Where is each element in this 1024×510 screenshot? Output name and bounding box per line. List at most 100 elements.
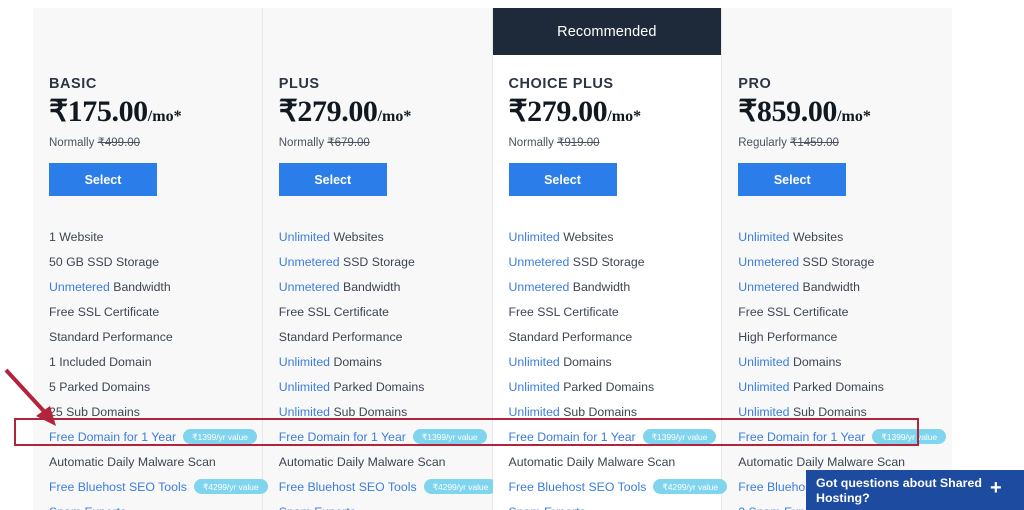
plus-icon[interactable]: + [990,478,1002,498]
feature-highlight-link[interactable]: Free Bluehost SEO Tools [509,480,647,494]
feature-highlight-link[interactable]: Unlimited [509,380,560,394]
feature-highlight-link[interactable]: Unmetered [738,255,799,269]
select-button[interactable]: Select [49,163,157,196]
feature-item: Unlimited Parked Domains [738,374,952,399]
pricing-plans-card: BASIC₹175.00/mo*Normally ₹499.00Select1 … [33,8,952,510]
feature-list: Unlimited WebsitesUnmetered SSD StorageU… [493,224,722,510]
feature-text: SSD Storage [343,255,415,269]
price-period: /mo* [837,108,871,125]
select-button[interactable]: Select [738,163,846,196]
feature-item: Free SSL Certificate [279,299,492,324]
feature-highlight-link[interactable]: Free Domain for 1 Year [279,430,406,444]
ribbon-spacer [722,8,952,55]
feature-item: Standard Performance [509,324,722,349]
original-price-value: ₹1459.00 [790,137,839,149]
plan-column-plus: PLUS₹279.00/mo*Normally ₹679.00SelectUnl… [263,8,493,510]
feature-text: Free SSL Certificate [279,305,389,319]
feature-highlight-link[interactable]: Unmetered [509,255,570,269]
original-price-note: Normally ₹679.00 [279,136,492,150]
feature-item: 50 GB SSD Storage [49,249,262,274]
feature-highlight-link[interactable]: Free Bluehost [738,480,815,494]
feature-highlight-link[interactable]: Unlimited [279,230,330,244]
plan-header: CHOICE PLUS₹279.00/mo*Normally ₹919.00Se… [493,55,722,196]
select-button[interactable]: Select [279,163,387,196]
feature-highlight-link[interactable]: Unlimited [509,405,560,419]
price-period: /mo* [607,108,641,125]
feature-highlight-link[interactable]: Unmetered [279,255,340,269]
feature-item: Unlimited Websites [279,224,492,249]
feature-text: SSD Storage [803,255,875,269]
feature-item: Unmetered Bandwidth [49,274,262,299]
feature-item: Spam Experts [509,499,722,510]
original-price-value: ₹679.00 [327,137,370,149]
feature-item: High Performance [738,324,952,349]
feature-highlight-link[interactable]: Unmetered [49,280,110,294]
feature-highlight-link[interactable]: Unlimited [509,355,560,369]
price-amount: ₹279.00 [509,95,608,128]
feature-highlight-link[interactable]: Free Bluehost SEO Tools [49,480,187,494]
feature-item: Free Domain for 1 Year₹1399/yr value [279,424,492,449]
feature-highlight-link[interactable]: Unlimited [279,405,330,419]
feature-highlight-link[interactable]: Unlimited [279,380,330,394]
feature-item: Unlimited Websites [738,224,952,249]
feature-highlight-link[interactable]: Free Domain for 1 Year [738,430,865,444]
feature-text: Sub Domains [333,405,407,419]
chat-widget[interactable]: Got questions about Shared Hosting? + [806,470,1024,510]
feature-text: Parked Domains [793,380,884,394]
feature-item: Automatic Daily Malware Scan [279,449,492,474]
feature-highlight-link[interactable]: Unlimited [738,405,789,419]
feature-text: 50 GB SSD Storage [49,255,159,269]
feature-text: SSD Storage [573,255,645,269]
feature-item: Unmetered SSD Storage [738,249,952,274]
feature-item: Unlimited Websites [509,224,722,249]
select-button[interactable]: Select [509,163,617,196]
feature-highlight-link[interactable]: Unmetered [279,280,340,294]
feature-highlight-link[interactable]: Unlimited [738,380,789,394]
feature-highlight-link[interactable]: Unmetered [738,280,799,294]
feature-highlight-link[interactable]: Spam Experts [49,505,126,510]
feature-item: Unmetered SSD Storage [279,249,492,274]
original-price-note: Regularly ₹1459.00 [738,136,952,150]
feature-text: Sub Domains [793,405,867,419]
feature-item: Automatic Daily Malware Scan [509,449,722,474]
feature-text: Websites [563,230,613,244]
feature-item: Free SSL Certificate [509,299,722,324]
feature-highlight-link[interactable]: Spam Experts [509,505,586,510]
feature-highlight-link[interactable]: Unmetered [509,280,570,294]
price-amount: ₹859.00 [738,95,837,128]
feature-text: Bandwidth [803,280,860,294]
feature-item: Unlimited Domains [509,349,722,374]
value-badge: ₹1399/yr value [183,429,257,444]
feature-item: 1 Website [49,224,262,249]
original-price-label: Normally [49,137,94,149]
feature-highlight-link[interactable]: Unlimited [738,355,789,369]
feature-text: Sub Domains [563,405,637,419]
feature-highlight-link[interactable]: Free Domain for 1 Year [509,430,636,444]
plan-columns: BASIC₹175.00/mo*Normally ₹499.00Select1 … [33,8,952,510]
value-badge: ₹1399/yr value [872,429,946,444]
feature-highlight-link[interactable]: Unlimited [738,230,789,244]
plan-name: PRO [738,76,952,93]
feature-text: Domains [333,355,382,369]
feature-item: Unlimited Parked Domains [279,374,492,399]
feature-text: Websites [333,230,383,244]
feature-item: Standard Performance [49,324,262,349]
plan-name: PLUS [279,76,492,93]
feature-highlight-link[interactable]: Free Bluehost SEO Tools [279,480,417,494]
feature-item: Free SSL Certificate [49,299,262,324]
feature-text: Free SSL Certificate [49,305,159,319]
price-period: /mo* [378,108,412,125]
feature-text: Automatic Daily Malware Scan [509,455,676,469]
feature-item: Free SSL Certificate [738,299,952,324]
feature-item: Free Bluehost SEO Tools₹4299/yr value [509,474,722,499]
feature-list: Unlimited WebsitesUnmetered SSD StorageU… [722,224,952,510]
feature-text: Bandwidth [573,280,630,294]
annotation-arrow-icon [0,362,90,437]
feature-highlight-link[interactable]: Unlimited [279,355,330,369]
feature-highlight-link[interactable]: Unlimited [509,230,560,244]
feature-text: Automatic Daily Malware Scan [738,455,905,469]
feature-text: Automatic Daily Malware Scan [49,455,216,469]
plan-price: ₹859.00/mo* [738,94,952,129]
feature-highlight-link[interactable]: Spam Experts [279,505,356,510]
value-badge: ₹1399/yr value [643,429,717,444]
